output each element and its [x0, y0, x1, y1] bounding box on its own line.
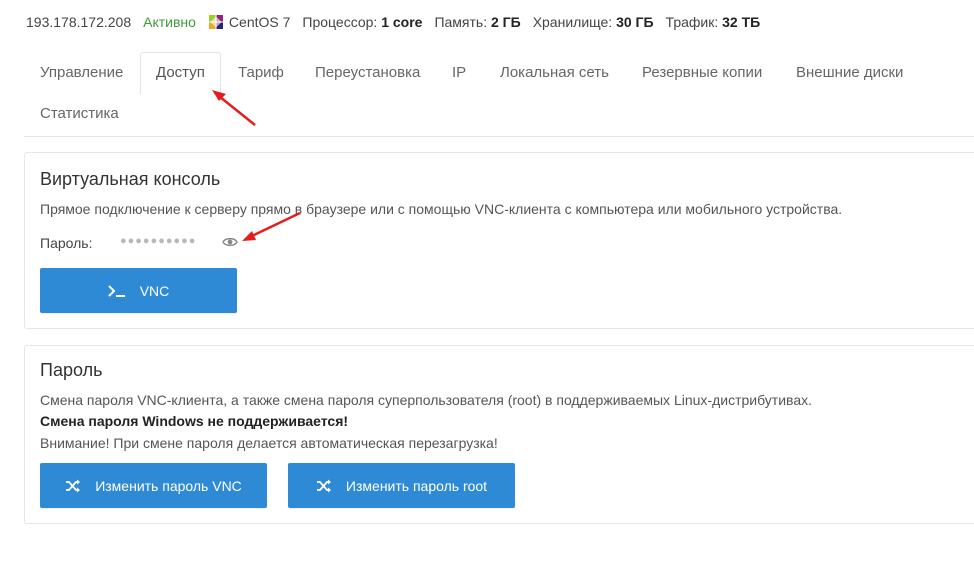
shuffle-icon — [316, 479, 332, 493]
shuffle-icon — [65, 479, 81, 493]
server-status: Активно — [143, 14, 196, 30]
tab-access[interactable]: Доступ — [140, 52, 221, 95]
virtual-console-panel: Виртуальная консоль Прямое подключение к… — [24, 152, 974, 329]
console-password-value: ●●●●●●●●●● — [120, 235, 197, 247]
server-ip: 193.178.172.208 — [26, 14, 132, 30]
terminal-icon — [108, 284, 126, 298]
show-password-eye-icon[interactable] — [222, 235, 238, 249]
password-description: Смена пароля VNC-клиента, а также смена … — [40, 392, 812, 408]
cpu-value: 1 core — [381, 14, 423, 30]
console-password-label: Пароль: — [40, 235, 93, 251]
tab-bar: Управление Доступ Тариф Переустановка IP… — [24, 52, 974, 137]
server-info-bar: 193.178.172.208 Активно CentOS 7 Процесс… — [26, 14, 772, 30]
tab-external-disks[interactable]: Внешние диски — [781, 52, 918, 93]
os-name: CentOS 7 — [228, 14, 291, 30]
memory-label: Память: — [434, 14, 488, 30]
console-title: Виртуальная консоль — [40, 169, 221, 189]
change-root-password-label: Изменить пароль root — [345, 477, 488, 494]
storage-info: Хранилище: 30 ГБ — [533, 14, 654, 30]
reboot-warning: Внимание! При смене пароля делается авто… — [40, 435, 498, 451]
windows-warning: Смена пароля Windows не поддерживается! — [40, 413, 349, 429]
traffic-info: Трафик: 32 ТБ — [666, 14, 761, 30]
tab-reinstall[interactable]: Переустановка — [300, 52, 435, 93]
memory-info: Память: 2 ГБ — [434, 14, 520, 30]
tab-tariff[interactable]: Тариф — [223, 52, 299, 93]
vnc-button-label: VNC — [139, 282, 170, 299]
storage-value: 30 ГБ — [616, 14, 654, 30]
change-vnc-password-label: Изменить пароль VNC — [95, 477, 242, 494]
change-vnc-password-button[interactable]: Изменить пароль VNC — [40, 463, 267, 508]
change-root-password-button[interactable]: Изменить пароль root — [288, 463, 515, 508]
centos-icon — [208, 15, 223, 29]
memory-value: 2 ГБ — [491, 14, 521, 30]
tab-ip[interactable]: IP — [437, 52, 481, 93]
vnc-button[interactable]: VNC — [40, 268, 237, 313]
tab-management[interactable]: Управление — [25, 52, 138, 93]
cpu-label: Процессор: — [302, 14, 378, 30]
tab-backups[interactable]: Резервные копии — [627, 52, 777, 93]
tab-local-network[interactable]: Локальная сеть — [485, 52, 624, 93]
tab-statistics[interactable]: Статистика — [25, 93, 134, 134]
os-info: CentOS 7 — [208, 14, 290, 30]
storage-label: Хранилище: — [532, 14, 613, 30]
traffic-value: 32 ТБ — [722, 14, 761, 30]
cpu-info: Процессор: 1 core — [302, 14, 422, 30]
password-panel: Пароль Смена пароля VNC-клиента, а также… — [24, 345, 974, 524]
password-title: Пароль — [40, 360, 103, 380]
traffic-label: Трафик: — [665, 14, 719, 30]
console-description: Прямое подключение к серверу прямо в бра… — [40, 201, 843, 217]
